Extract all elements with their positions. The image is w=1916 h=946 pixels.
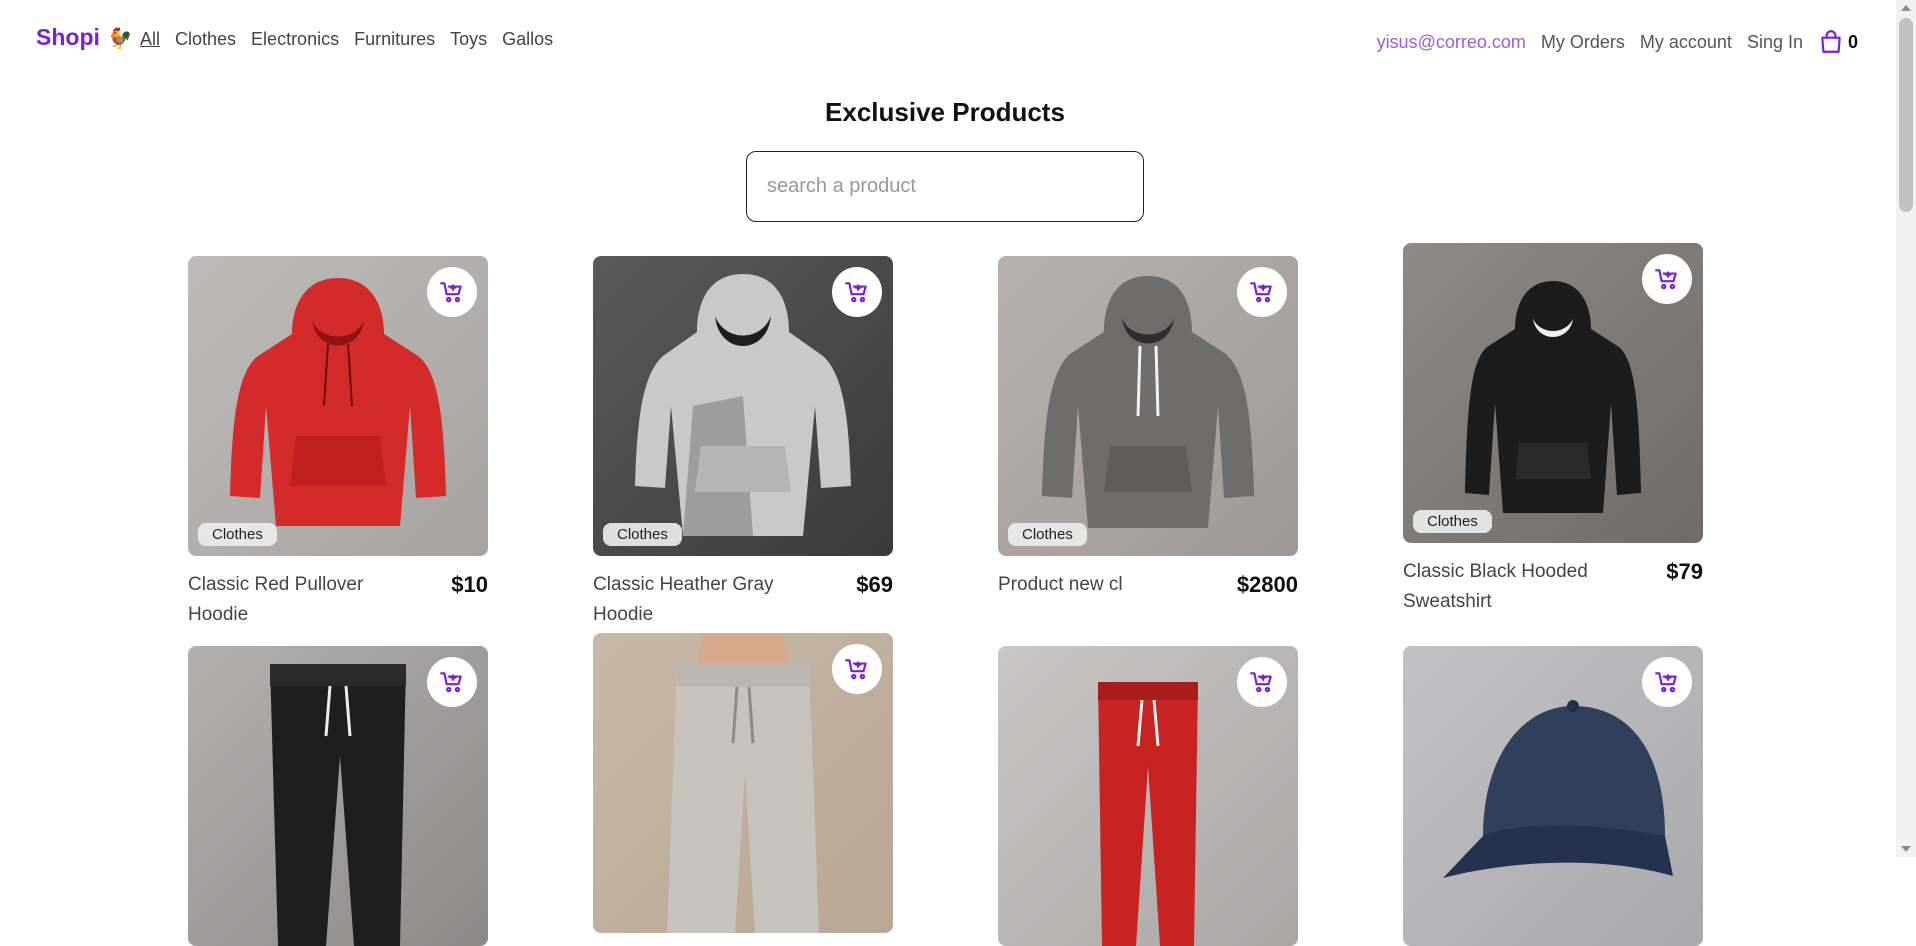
product-image[interactable]: Clothes	[1403, 243, 1703, 543]
category-badge: Clothes	[1008, 523, 1087, 546]
add-to-cart-button[interactable]	[1642, 254, 1692, 304]
add-to-cart-icon	[440, 672, 462, 693]
add-to-cart-icon	[845, 282, 867, 303]
category-badge: Clothes	[603, 523, 682, 546]
scroll-up-arrow-icon[interactable]	[1901, 5, 1911, 11]
cart-button[interactable]: 0	[1818, 29, 1858, 55]
add-to-cart-icon	[440, 282, 462, 303]
product-info: Classic Black Hooded Sweatshirt $79	[1403, 557, 1703, 617]
add-to-cart-button[interactable]	[427, 657, 477, 707]
nav-link-clothes[interactable]: Clothes	[175, 29, 236, 50]
product-name: Classic Black Hooded Sweatshirt	[1403, 561, 1588, 612]
product-name: Classic Heather Gray Hoodie	[593, 574, 774, 625]
vertical-scrollbar[interactable]	[1896, 0, 1916, 857]
page-title: Exclusive Products	[825, 97, 1065, 127]
scroll-down-arrow-icon[interactable]	[1901, 846, 1911, 852]
category-badge: Clothes	[1413, 510, 1492, 533]
product-image[interactable]	[1403, 646, 1703, 946]
top-navbar: Shopi 🐓 All Clothes Electronics Furniture…	[0, 0, 1896, 80]
add-to-cart-button[interactable]	[832, 267, 882, 317]
rooster-icon: 🐓	[107, 28, 133, 50]
product-card[interactable]: Clothes Product new cl $2800	[998, 256, 1298, 600]
product-image[interactable]	[593, 633, 893, 933]
logo-text: Shopi	[36, 24, 100, 50]
my-account-link[interactable]: My account	[1640, 32, 1732, 53]
nav-link-electronics[interactable]: Electronics	[251, 29, 339, 50]
user-nav: yisus@correo.com My Orders My account Si…	[1377, 29, 1858, 55]
nav-link-all[interactable]: All	[140, 29, 160, 50]
add-to-cart-button[interactable]	[832, 644, 882, 694]
product-price: $69	[856, 572, 893, 597]
my-orders-link[interactable]: My Orders	[1541, 32, 1625, 53]
add-to-cart-button[interactable]	[1237, 267, 1287, 317]
product-card[interactable]	[998, 646, 1298, 946]
product-card[interactable]: Clothes Classic Red Pullover Hoodie $10	[188, 256, 488, 630]
cart-count: 0	[1847, 31, 1858, 52]
product-price: $2800	[1236, 572, 1298, 597]
add-to-cart-button[interactable]	[1642, 657, 1692, 707]
product-info: Product new cl $2800	[998, 570, 1298, 600]
add-to-cart-button[interactable]	[1237, 657, 1287, 707]
search-box	[746, 151, 1144, 222]
add-to-cart-icon	[845, 659, 867, 680]
nav-link-toys[interactable]: Toys	[450, 29, 487, 50]
scrollbar-thumb[interactable]	[1899, 18, 1913, 212]
product-image[interactable]: Clothes	[188, 256, 488, 556]
product-card[interactable]: Clothes Classic Heather Gray Hoodie $69	[593, 256, 893, 630]
product-price: $10	[451, 572, 488, 597]
product-image[interactable]	[188, 646, 488, 946]
product-card[interactable]	[593, 633, 893, 933]
product-image[interactable]: Clothes	[593, 256, 893, 556]
product-name: Classic Red Pullover Hoodie	[188, 574, 364, 625]
add-to-cart-icon	[1655, 269, 1677, 290]
user-email: yisus@correo.com	[1376, 31, 1526, 52]
search-input[interactable]	[747, 152, 1143, 221]
nav-link-furnitures[interactable]: Furnitures	[354, 29, 435, 50]
product-card[interactable]: Clothes Classic Black Hooded Sweatshirt …	[1403, 243, 1703, 617]
product-card[interactable]	[1403, 646, 1703, 946]
logo[interactable]: Shopi 🐓	[36, 24, 133, 51]
category-badge: Clothes	[198, 523, 277, 546]
add-to-cart-button[interactable]	[427, 267, 477, 317]
add-to-cart-icon	[1250, 282, 1272, 303]
sign-in-link[interactable]: Sing In	[1747, 32, 1803, 53]
product-price: $79	[1666, 559, 1703, 584]
category-nav: All Clothes Electronics Furnitures Toys …	[140, 29, 553, 50]
product-info: Classic Red Pullover Hoodie $10	[188, 570, 488, 630]
product-name: Product new cl	[998, 574, 1123, 595]
nav-link-gallos[interactable]: Gallos	[502, 29, 553, 50]
shopping-bag-icon	[1821, 30, 1841, 53]
product-info: Classic Heather Gray Hoodie $69	[593, 570, 893, 630]
product-image[interactable]: Clothes	[998, 256, 1298, 556]
product-card[interactable]	[188, 646, 488, 946]
add-to-cart-icon	[1250, 672, 1272, 693]
product-image[interactable]	[998, 646, 1298, 946]
add-to-cart-icon	[1655, 672, 1677, 693]
